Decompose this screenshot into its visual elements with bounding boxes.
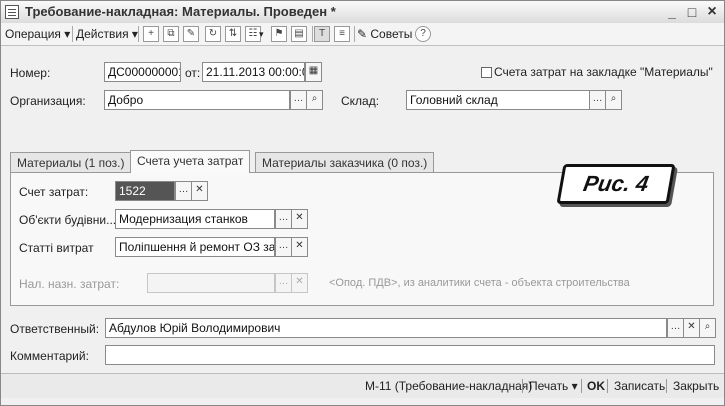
warehouse-search-icon[interactable]: ⌕ bbox=[605, 90, 622, 110]
fonts-icon[interactable]: T bbox=[314, 26, 330, 42]
cost-account-clear-icon[interactable]: ✕ bbox=[191, 181, 208, 201]
toolbar-separator bbox=[312, 26, 313, 42]
document-icon bbox=[5, 5, 19, 19]
expense-items-field[interactable]: Поліпшення й ремонт ОЗ загал bbox=[115, 237, 275, 257]
maximize-button[interactable]: □ bbox=[683, 3, 701, 21]
document-move-icon[interactable]: ⇅ bbox=[225, 26, 241, 42]
tax-purpose-field[interactable] bbox=[147, 273, 275, 293]
organization-label: Организация: bbox=[10, 94, 86, 108]
title-bar: Требование-накладная: Материалы. Проведе… bbox=[1, 1, 724, 24]
toolbar-separator bbox=[138, 26, 139, 42]
statusbar-separator bbox=[581, 379, 582, 393]
close-button[interactable]: Закрыть bbox=[673, 379, 719, 393]
operation-menu[interactable]: Операция ▾ bbox=[5, 26, 70, 42]
expense-items-label: Статті витрат bbox=[19, 241, 94, 255]
window-title: Требование-накладная: Материалы. Проведе… bbox=[25, 4, 336, 19]
tax-purpose-label: Нал. назн. затрат: bbox=[19, 277, 120, 291]
toolbar-separator bbox=[72, 26, 73, 42]
print-preview-icon[interactable]: ▤ bbox=[291, 26, 307, 42]
tab-materials[interactable]: Материалы (1 поз.) bbox=[10, 152, 132, 172]
expense-items-clear-icon[interactable]: ✕ bbox=[291, 237, 308, 257]
minimize-button[interactable]: _ bbox=[663, 3, 681, 21]
comment-label: Комментарий: bbox=[10, 349, 89, 363]
write-button[interactable]: Записать bbox=[614, 379, 665, 393]
statusbar-separator bbox=[607, 379, 608, 393]
tax-purpose-clear-icon[interactable]: ✕ bbox=[291, 273, 308, 293]
tips-button[interactable]: ✎ Советы bbox=[357, 26, 412, 42]
cost-account-label: Счет затрат: bbox=[19, 185, 89, 199]
organization-field[interactable]: Добро bbox=[104, 90, 290, 110]
organization-search-icon[interactable]: ⌕ bbox=[306, 90, 323, 110]
responsible-field[interactable]: Абдулов Юрій Володимирович bbox=[105, 318, 667, 338]
responsible-clear-icon[interactable]: ✕ bbox=[683, 318, 700, 338]
cost-accounts-checkbox-label: Счета затрат на закладке "Материалы" bbox=[494, 65, 713, 79]
cost-account-field[interactable]: 1522 bbox=[115, 181, 175, 201]
figure-annotation: Рис. 4 bbox=[556, 164, 676, 204]
expense-items-select-button[interactable]: … bbox=[275, 237, 292, 257]
tab-customer-materials[interactable]: Материалы заказчика (0 поз.) bbox=[255, 152, 435, 172]
warehouse-field[interactable]: Головний склад bbox=[406, 90, 590, 110]
ok-button[interactable]: OK bbox=[587, 379, 605, 393]
toolbar: Операция ▾ Действия ▾ + ⧉ ✎ ↻ ⇅ ☷ ▾ ⚑ ▤ … bbox=[1, 23, 724, 46]
print-menu[interactable]: Печать ▾ bbox=[529, 379, 578, 393]
status-bar: М-11 (Требование-накладная) Печать ▾ OK … bbox=[1, 373, 724, 398]
list-settings-icon[interactable]: ≡ bbox=[334, 26, 350, 42]
warehouse-label: Склад: bbox=[341, 94, 380, 108]
refresh-icon[interactable]: ↻ bbox=[205, 26, 221, 42]
help-icon[interactable]: ? bbox=[415, 26, 431, 42]
registers-icon[interactable]: ⚑ bbox=[271, 26, 287, 42]
number-field[interactable]: ДС000000001 bbox=[104, 62, 181, 82]
tab-cost-accounts[interactable]: Счета учета затрат bbox=[130, 150, 251, 173]
statusbar-separator bbox=[522, 379, 523, 393]
add-icon[interactable]: + bbox=[143, 26, 159, 42]
edit-icon[interactable]: ✎ bbox=[183, 26, 199, 42]
close-window-button[interactable]: × bbox=[703, 3, 721, 21]
form-print-link[interactable]: М-11 (Требование-накладная) bbox=[365, 379, 532, 393]
date-field[interactable]: 21.11.2013 00:00:00 bbox=[202, 62, 305, 82]
copy-icon[interactable]: ⧉ bbox=[163, 26, 179, 42]
structure-dropdown-icon[interactable]: ▾ bbox=[259, 26, 264, 42]
date-label: от: bbox=[185, 66, 201, 80]
document-window: Требование-накладная: Материалы. Проведе… bbox=[0, 0, 725, 406]
responsible-search-icon[interactable]: ⌕ bbox=[699, 318, 716, 338]
organization-select-button[interactable]: … bbox=[290, 90, 307, 110]
statusbar-separator bbox=[666, 379, 667, 393]
responsible-select-button[interactable]: … bbox=[667, 318, 684, 338]
comment-field[interactable] bbox=[105, 345, 715, 365]
tax-purpose-select-button[interactable]: … bbox=[275, 273, 292, 293]
number-label: Номер: bbox=[10, 66, 51, 80]
actions-menu[interactable]: Действия ▾ bbox=[76, 26, 138, 42]
cost-account-select-button[interactable]: … bbox=[175, 181, 192, 201]
responsible-label: Ответственный: bbox=[10, 322, 100, 336]
cost-accounts-checkbox[interactable] bbox=[481, 67, 492, 78]
construction-objects-clear-icon[interactable]: ✕ bbox=[291, 209, 308, 229]
warehouse-select-button[interactable]: … bbox=[589, 90, 606, 110]
construction-objects-select-button[interactable]: … bbox=[275, 209, 292, 229]
toolbar-separator bbox=[354, 26, 355, 42]
construction-objects-field[interactable]: Модернизация станков bbox=[115, 209, 275, 229]
tax-purpose-note: <Опод. ПДВ>, из аналитики счета - объект… bbox=[329, 277, 630, 289]
construction-objects-label: Об'єкти будівни... bbox=[19, 213, 117, 227]
calendar-icon[interactable]: ▦ bbox=[305, 62, 322, 82]
